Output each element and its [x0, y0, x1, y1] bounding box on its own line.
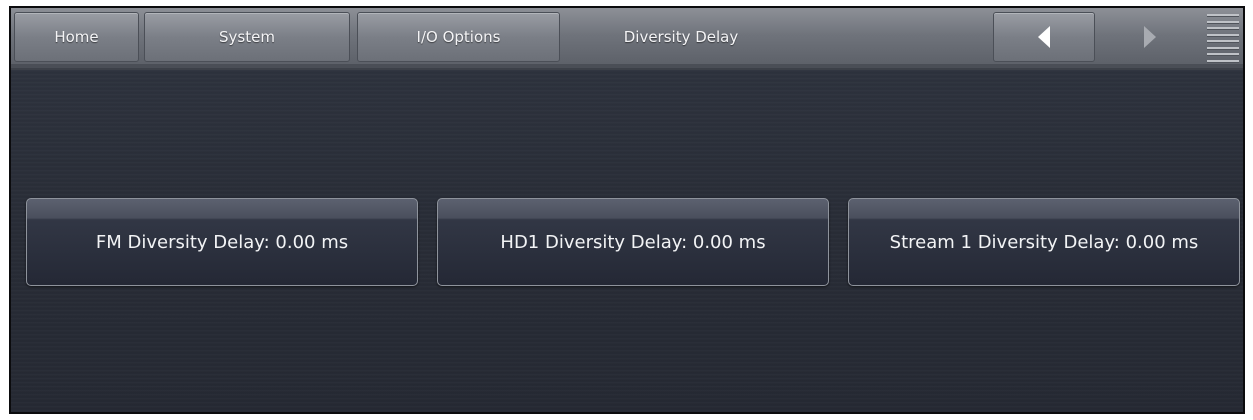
menu-grip-icon[interactable] [1207, 14, 1239, 62]
grip-line [1207, 20, 1239, 23]
triangle-right-icon [1144, 26, 1156, 48]
stream1-diversity-delay-button[interactable]: Stream 1 Diversity Delay: 0.00 ms [848, 198, 1240, 286]
fm-diversity-delay-button[interactable]: FM Diversity Delay: 0.00 ms [26, 198, 418, 286]
io-options-button[interactable]: I/O Options [357, 12, 560, 62]
grip-line [1207, 40, 1239, 43]
page-title: Diversity Delay [623, 28, 739, 46]
hd1-diversity-delay-button[interactable]: HD1 Diversity Delay: 0.00 ms [437, 198, 829, 286]
top-nav-bar: Home System I/O Options Diversity Delay [11, 8, 1243, 70]
home-button[interactable]: Home [14, 12, 139, 62]
grip-line [1207, 14, 1239, 16]
system-button[interactable]: System [144, 12, 350, 62]
previous-page-button[interactable] [993, 12, 1095, 62]
grip-line [1207, 46, 1239, 49]
app-window: Home System I/O Options Diversity Delay … [9, 6, 1245, 414]
grip-line [1207, 59, 1239, 62]
grip-line [1207, 27, 1239, 30]
grip-line [1207, 53, 1239, 56]
grip-line [1207, 33, 1239, 36]
next-page-button[interactable] [1101, 12, 1199, 62]
main-panel: FM Diversity Delay: 0.00 ms HD1 Diversit… [11, 70, 1243, 412]
triangle-left-icon [1038, 26, 1050, 48]
